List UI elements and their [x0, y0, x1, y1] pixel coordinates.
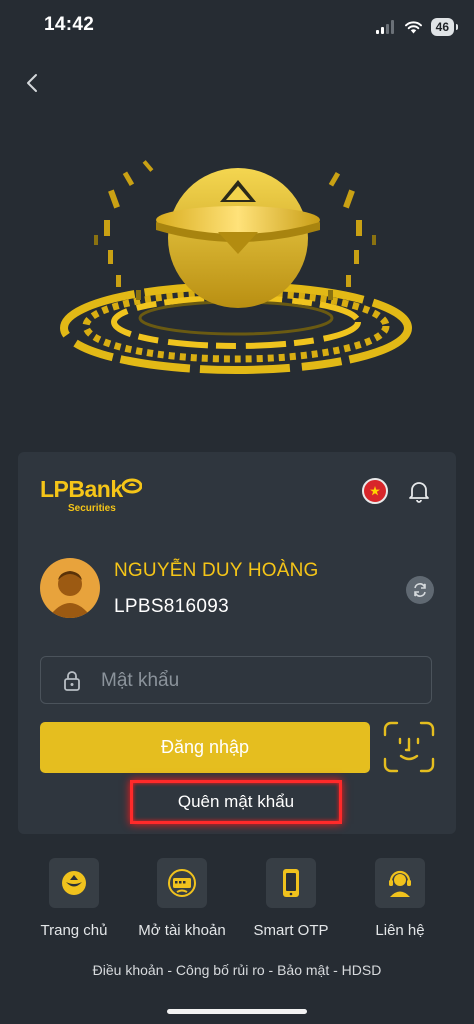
user-silhouette-icon: [48, 571, 92, 618]
nav-open-account-label: Mở tài khoản: [138, 922, 226, 939]
status-time: 14:42: [44, 14, 95, 35]
language-flag-button[interactable]: [362, 478, 388, 504]
nav-home-label: Trang chủ: [40, 922, 108, 939]
nav-contact-label: Liên hệ: [375, 922, 425, 939]
signal-icon: [375, 20, 394, 34]
nav-contact[interactable]: Liên hệ: [345, 858, 455, 939]
avatar: [40, 558, 100, 618]
bell-icon[interactable]: [406, 478, 432, 504]
nav-smart-otp-label: Smart OTP: [253, 922, 329, 939]
gold-coin-illustration: [60, 160, 412, 374]
footer-links[interactable]: Điều khoản - Công bố rủi ro - Bảo mật - …: [0, 962, 474, 978]
back-chevron-icon[interactable]: [20, 70, 46, 96]
password-field[interactable]: [40, 656, 432, 705]
home-coin-icon: [62, 871, 86, 895]
lpbank-logo: LPBank Securities: [40, 476, 150, 516]
battery-indicator: 46: [430, 18, 459, 36]
vietnam-flag-icon: [370, 486, 380, 496]
smartphone-icon: [283, 869, 299, 897]
home-indicator[interactable]: [167, 1009, 307, 1014]
user-name: NGUYỄN DUY HOÀNG: [114, 560, 319, 581]
swap-arrows-icon: [414, 583, 426, 597]
password-input[interactable]: [99, 657, 423, 705]
nav-home[interactable]: Trang chủ: [19, 858, 129, 939]
account-id: LPBS816093: [114, 596, 229, 617]
open-account-icon: [168, 869, 196, 897]
lock-icon: [64, 671, 80, 691]
switch-account-button[interactable]: [406, 576, 434, 604]
wifi-icon: [404, 21, 422, 34]
nav-smart-otp[interactable]: Smart OTP: [236, 858, 346, 939]
status-icons: 46: [375, 18, 459, 36]
support-agent-icon: [389, 870, 411, 897]
logo-mark-icon: [122, 478, 142, 494]
forgot-password-button[interactable]: Quên mật khẩu: [130, 780, 342, 824]
nav-open-account[interactable]: Mở tài khoản: [127, 858, 237, 939]
face-id-icon[interactable]: [382, 720, 436, 774]
login-button[interactable]: Đăng nhập: [40, 722, 370, 773]
login-card: LPBank Securities NGUYỄN DUY HOÀNG LPBS8…: [18, 452, 456, 834]
